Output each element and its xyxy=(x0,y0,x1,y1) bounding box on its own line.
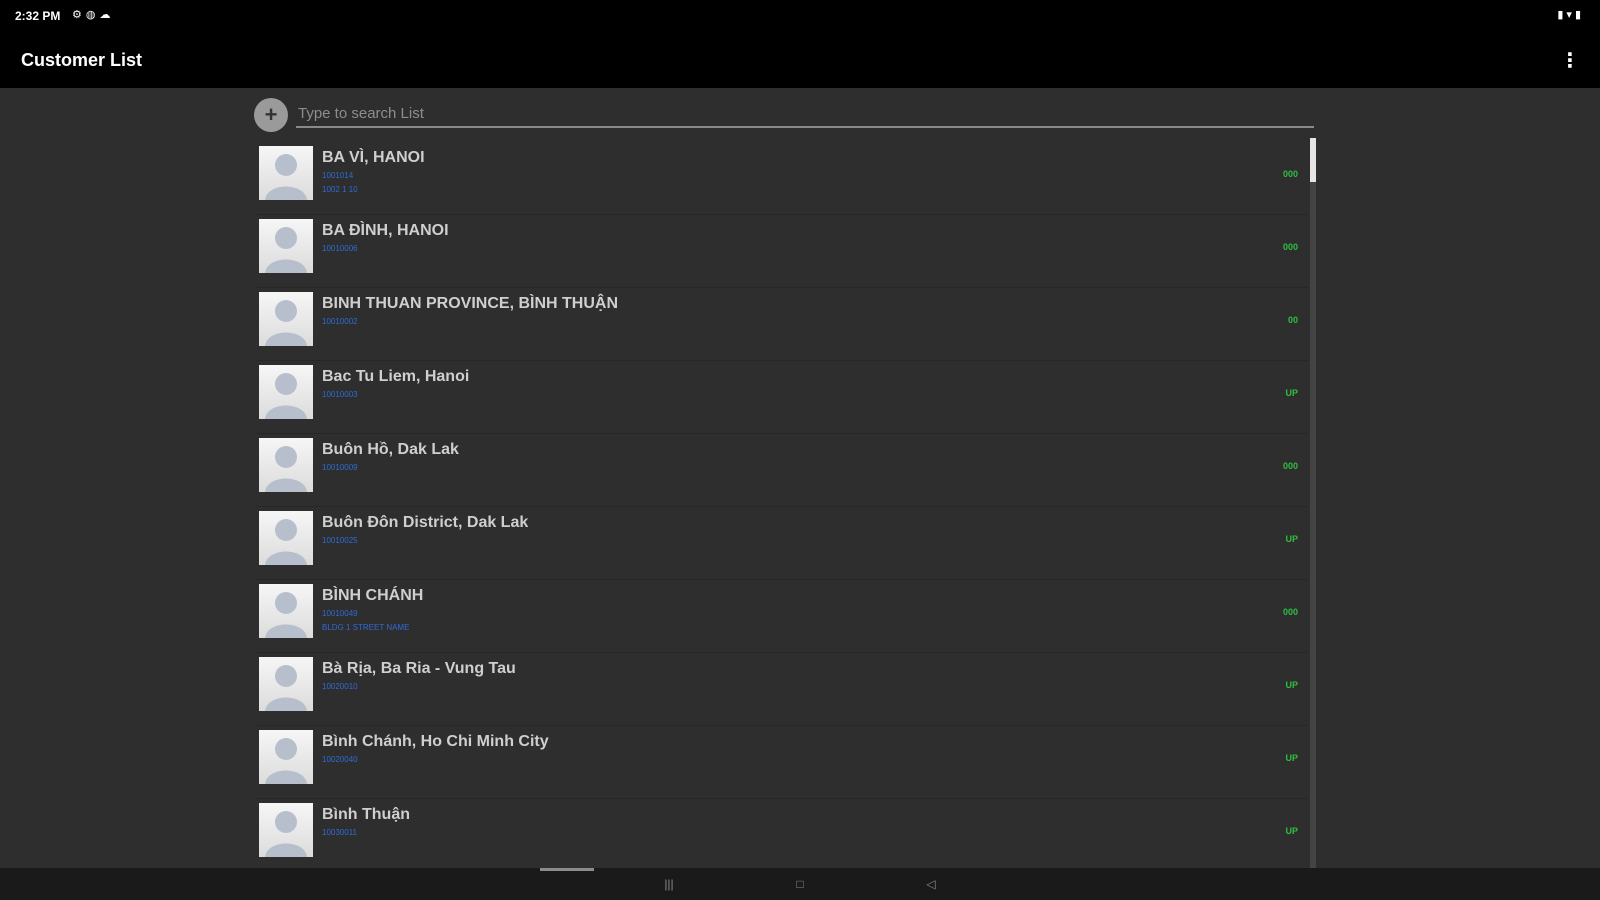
scrollbar-thumb[interactable] xyxy=(1310,138,1316,182)
avatar xyxy=(259,365,313,419)
customer-code: 10020040 xyxy=(322,755,358,764)
customer-address: BLDG 1 STREET NAME xyxy=(322,623,410,632)
status-badge: UP xyxy=(1285,826,1298,836)
status-icons-left: ⚙◍☁ xyxy=(72,8,114,21)
customer-row[interactable]: BA ĐÌNH, HANOI 10010006 000 xyxy=(256,215,1308,288)
customer-name: Buôn Đôn District, Dak Lak xyxy=(322,514,529,531)
customer-code: 10020010 xyxy=(322,682,358,691)
customer-name: Bà Rịa, Ba Ria - Vung Tau xyxy=(322,660,516,677)
status-badge: 00 xyxy=(1287,315,1298,325)
customer-code: 10010009 xyxy=(322,463,358,472)
customer-row[interactable]: Bà Rịa, Ba Ria - Vung Tau 10020010 UP xyxy=(256,653,1308,726)
customer-name: Bình Chánh, Ho Chi Minh City xyxy=(322,733,549,750)
customer-code: 10010006 xyxy=(322,244,358,253)
home-icon[interactable]: □ xyxy=(789,875,811,893)
nav-handle xyxy=(540,868,594,871)
avatar xyxy=(259,438,313,492)
customer-row[interactable]: BA VÌ, HANOI 1001014 1002 1 10 000 xyxy=(256,142,1308,215)
more-vert-icon[interactable]: ⋮ xyxy=(1560,46,1580,76)
back-icon[interactable]: ◁ xyxy=(920,875,942,893)
plus-icon: + xyxy=(264,102,278,127)
customer-code: 10010003 xyxy=(322,390,358,399)
cloud-icon: ☁ xyxy=(99,9,115,21)
search-input[interactable] xyxy=(296,100,1314,128)
status-badge: UP xyxy=(1285,388,1298,398)
customer-code: 10010049 xyxy=(322,609,358,618)
customer-name: BÌNH CHÁNH xyxy=(322,587,424,604)
status-bar: 2:32 PM ⚙◍☁ ▮▾▮ xyxy=(0,0,1600,34)
status-time: 2:32 PM xyxy=(15,9,61,23)
battery-icon: ▮ xyxy=(1574,9,1584,21)
customer-list: BA VÌ, HANOI 1001014 1002 1 10 000 BA ĐÌNH, … xyxy=(256,142,1308,862)
status-icons-right: ▮▾▮ xyxy=(1557,8,1584,21)
customer-code: 10010025 xyxy=(322,536,358,545)
customer-row[interactable]: Buôn Đôn District, Dak Lak 10010025 UP xyxy=(256,507,1308,580)
customer-row[interactable]: Bình Chánh, Ho Chi Minh City 10020040 UP xyxy=(256,726,1308,799)
status-badge: UP xyxy=(1285,534,1298,544)
customer-address: 1002 1 10 xyxy=(322,185,358,194)
customer-code: 10030011 xyxy=(322,828,357,837)
avatar xyxy=(259,511,313,565)
status-badge: UP xyxy=(1285,680,1298,690)
avatar xyxy=(259,584,313,638)
shield-icon: ◍ xyxy=(85,9,100,21)
customer-name: Bình Thuận xyxy=(322,806,410,823)
customer-name: BA VÌ, HANOI xyxy=(322,149,425,166)
customer-name: Bac Tu Liem, Hanoi xyxy=(322,368,470,385)
avatar xyxy=(259,219,313,273)
status-badge: 000 xyxy=(1282,607,1298,617)
avatar xyxy=(259,803,313,857)
customer-code: 10010002 xyxy=(322,317,358,326)
customer-code: 1001014 xyxy=(322,171,354,180)
customer-name: Buôn Hồ, Dak Lak xyxy=(322,441,459,458)
status-badge: 000 xyxy=(1282,242,1298,252)
scrollbar[interactable] xyxy=(1310,138,1316,868)
settings-icon: ⚙ xyxy=(72,9,86,21)
customer-row[interactable]: Bac Tu Liem, Hanoi 10010003 UP xyxy=(256,361,1308,434)
customer-row[interactable]: Bình Thuận 10030011 UP xyxy=(256,799,1308,862)
avatar xyxy=(259,657,313,711)
page-title: Customer List xyxy=(21,50,143,70)
status-badge: UP xyxy=(1285,753,1298,763)
customer-row[interactable]: BINH THUAN PROVINCE, BÌNH THUẬN 10010002 0… xyxy=(256,288,1308,361)
navigation-bar: ||| □ ◁ xyxy=(0,868,1600,900)
recents-icon[interactable]: ||| xyxy=(658,875,680,893)
avatar xyxy=(259,730,313,784)
add-customer-button[interactable]: + xyxy=(254,98,288,132)
customer-name: BA ĐÌNH, HANOI xyxy=(322,222,449,239)
wifi-icon: ▾ xyxy=(1566,9,1575,21)
search-row: + xyxy=(254,96,1314,132)
customer-name: BINH THUAN PROVINCE, BÌNH THUẬN xyxy=(322,295,618,312)
avatar xyxy=(259,292,313,346)
app-bar: Customer List ⋮ xyxy=(0,34,1600,88)
avatar xyxy=(259,146,313,200)
customer-row[interactable]: Buôn Hồ, Dak Lak 10010009 000 xyxy=(256,434,1308,507)
status-badge: 000 xyxy=(1282,461,1298,471)
customer-row[interactable]: BÌNH CHÁNH 10010049 BLDG 1 STREET NAME 000 xyxy=(256,580,1308,653)
status-badge: 000 xyxy=(1282,169,1298,179)
